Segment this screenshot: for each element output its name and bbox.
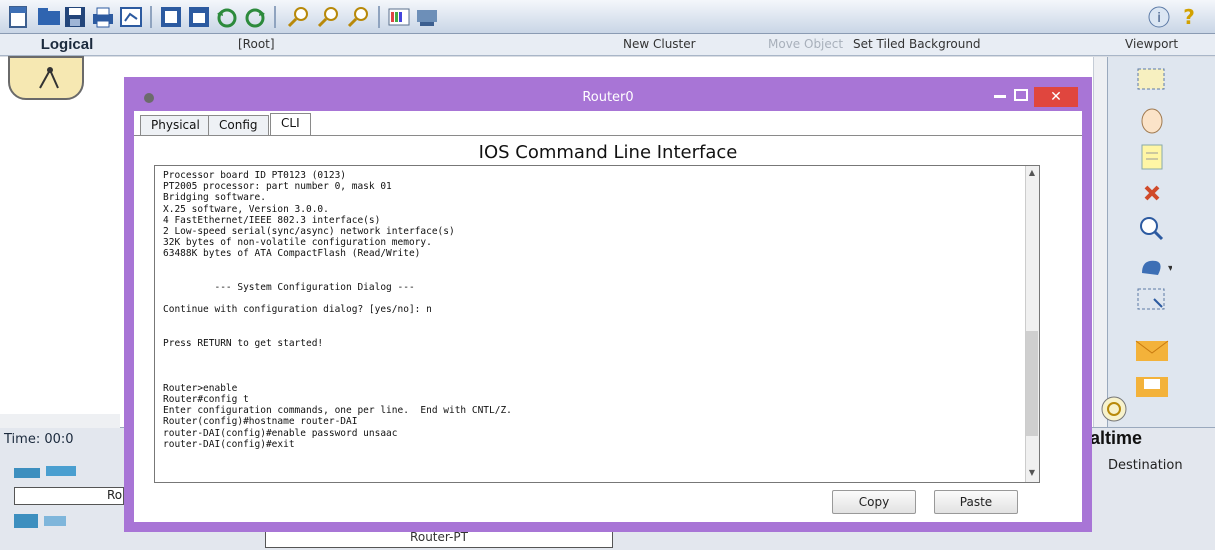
time-display: Time: 00:0 [4, 432, 74, 447]
delete-icon[interactable] [1132, 177, 1172, 209]
console-line: --- System Configuration Dialog --- [163, 282, 415, 294]
close-button[interactable]: ✕ [1034, 87, 1078, 107]
console-line: 32K bytes of non-volatile configuration … [163, 237, 432, 249]
console-line: router-DAI(config)#enable password unsaa… [163, 427, 398, 439]
help-icon[interactable]: ? [1176, 4, 1202, 30]
device-subcategory-icons[interactable] [14, 510, 114, 532]
new-icon[interactable] [6, 4, 32, 30]
console-line: Router(config)#hostname router-DAI [163, 416, 358, 428]
custom-device-icon[interactable] [414, 4, 440, 30]
console-line: Press RETURN to get started! [163, 338, 324, 350]
scroll-up-arrow[interactable]: ▲ [1027, 168, 1037, 177]
inspect-hand-icon[interactable] [1132, 105, 1172, 137]
console-line: PT2005 processor: part number 0, mask 01 [163, 181, 392, 193]
note-icon[interactable] [1132, 141, 1172, 173]
destination-column-header: Destination [1108, 458, 1183, 473]
toolbar-separator [150, 6, 152, 28]
logical-view-icon[interactable] [8, 56, 84, 100]
print-icon[interactable] [90, 4, 116, 30]
maximize-button[interactable] [1014, 89, 1028, 101]
console-line: 2 Low-speed serial(sync/async) network i… [163, 226, 455, 238]
minimize-button[interactable] [994, 95, 1006, 98]
zoom-in-icon[interactable] [286, 4, 312, 30]
resize-shape-icon[interactable] [1132, 283, 1172, 315]
realtime-label[interactable]: altime [1090, 428, 1142, 449]
undo-icon[interactable] [214, 4, 240, 30]
console-line: 4 FastEthernet/IEEE 802.3 interface(s) [163, 214, 381, 226]
zoom-reset-icon[interactable] [316, 4, 342, 30]
add-simple-pdu-icon[interactable] [1132, 333, 1172, 365]
new-cluster-button[interactable]: New Cluster [623, 37, 696, 51]
info-icon[interactable]: i [1146, 4, 1172, 30]
window-app-icon [144, 93, 154, 103]
console-line: Bridging software. [163, 192, 266, 204]
root-label[interactable]: [Root] [238, 37, 275, 51]
console-line: Router>enable [163, 382, 238, 394]
toolbar-separator [378, 6, 380, 28]
viewport-button[interactable]: Viewport [1125, 37, 1178, 51]
console-scrollbar[interactable]: ▲ ▼ [1025, 166, 1039, 482]
move-object-button[interactable]: Move Object [768, 37, 843, 51]
window-title: Router0 [134, 87, 1082, 111]
tab-cli[interactable]: CLI [270, 113, 311, 135]
select-tool-icon[interactable] [1132, 65, 1172, 97]
console-line: router-DAI(config)#exit [163, 438, 295, 450]
tool-palette: ▾ [1101, 57, 1215, 427]
console-line: 63488K bytes of ATA CompactFlash (Read/W… [163, 248, 421, 260]
toolbar-separator [274, 6, 276, 28]
main-toolbar: i ? [0, 0, 1215, 34]
scroll-down-arrow[interactable]: ▼ [1027, 468, 1037, 477]
redo-icon[interactable] [242, 4, 268, 30]
activity-wizard-icon[interactable] [118, 4, 144, 30]
console-output[interactable]: Processor board ID PT0123 (0123) PT2005 p… [163, 170, 1025, 450]
cli-console[interactable]: Processor board ID PT0123 (0123) PT2005 p… [154, 165, 1040, 483]
workspace-bar: [Root] New Cluster Move Object Set Tiled… [0, 34, 1215, 56]
svg-text:i: i [1157, 11, 1161, 26]
logical-tab[interactable]: Logical [8, 36, 126, 56]
paste-icon[interactable] [186, 4, 212, 30]
open-icon[interactable] [36, 4, 62, 30]
set-tiled-background-button[interactable]: Set Tiled Background [853, 37, 981, 51]
console-line: X.25 software, Version 3.0.0. [163, 203, 329, 215]
tab-config[interactable]: Config [208, 115, 269, 135]
workspace-horizontal-scrollbar[interactable] [0, 414, 120, 428]
cli-heading: IOS Command Line Interface [478, 142, 738, 163]
realtime-mode-icon[interactable] [1094, 393, 1134, 425]
copy-icon[interactable] [158, 4, 184, 30]
device-type-label: Ro [107, 488, 123, 502]
device-category-icons[interactable] [14, 460, 114, 484]
tab-divider [134, 135, 1082, 136]
zoom-icon[interactable] [1132, 213, 1172, 245]
router0-window: Router0 ✕ Physical Config CLI IOS Comman… [124, 77, 1092, 532]
console-line: Enter configuration commands, one per li… [163, 405, 512, 417]
save-icon[interactable] [62, 4, 88, 30]
svg-text:▾: ▾ [1168, 263, 1172, 274]
palette-icon[interactable] [386, 4, 412, 30]
console-line: Continue with configuration dialog? [yes… [163, 304, 432, 316]
draw-shape-icon[interactable]: ▾ [1132, 251, 1173, 283]
copy-button[interactable]: Copy [832, 490, 916, 514]
zoom-out-icon[interactable] [346, 4, 372, 30]
workspace-vertical-scrollbar[interactable] [1093, 57, 1107, 427]
console-line: Processor board ID PT0123 (0123) [163, 170, 347, 181]
console-line: Router#config t [163, 394, 249, 406]
svg-text:?: ? [1183, 5, 1195, 29]
add-complex-pdu-icon[interactable] [1132, 369, 1172, 401]
device-type-box[interactable]: Ro [14, 487, 124, 505]
paste-button[interactable]: Paste [934, 490, 1018, 514]
tab-physical[interactable]: Physical [140, 115, 211, 135]
console-scroll-thumb[interactable] [1026, 331, 1038, 436]
